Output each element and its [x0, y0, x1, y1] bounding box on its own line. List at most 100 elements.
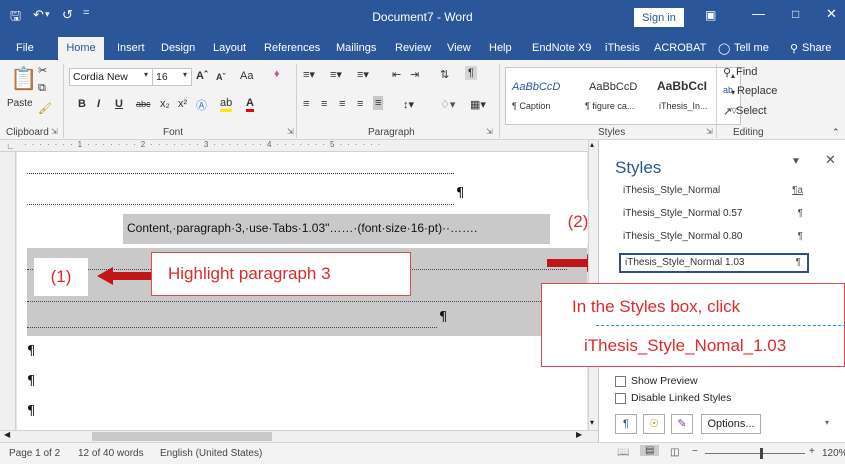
- cut-icon[interactable]: ✂: [38, 64, 47, 77]
- close-pane-icon[interactable]: ✕: [825, 152, 836, 168]
- tab-acrobat[interactable]: ACROBAT: [654, 42, 706, 54]
- document-page[interactable]: ¶ Content,·paragraph·3,·use·Tabs·1.03"………: [17, 152, 604, 430]
- style-item[interactable]: iThesis_Style_Normal 0.57 ¶: [619, 204, 809, 224]
- save-icon[interactable]: 🖫: [10, 7, 21, 29]
- gallery-style-preview[interactable]: AaBbCcD: [512, 81, 560, 93]
- change-case-button[interactable]: Aa: [240, 70, 253, 82]
- tab-endnote[interactable]: EndNote X9: [532, 42, 591, 54]
- zoom-slider[interactable]: [705, 453, 805, 454]
- style-inspector-icon[interactable]: ☉: [643, 414, 665, 434]
- read-mode-icon[interactable]: 📖: [617, 447, 629, 458]
- replace-button[interactable]: Replace: [737, 85, 777, 97]
- increase-indent-icon[interactable]: ⇥: [410, 68, 419, 81]
- show-marks-icon[interactable]: ¶: [465, 66, 477, 80]
- style-item[interactable]: iThesis_Style_Normal ¶a: [619, 181, 809, 201]
- print-layout-icon[interactable]: ▤: [640, 445, 660, 456]
- align-center-icon[interactable]: ≡: [321, 98, 327, 110]
- underline-icon[interactable]: U: [115, 98, 123, 110]
- tab-layout[interactable]: Layout: [213, 42, 246, 54]
- shading-icon[interactable]: ♢▾: [440, 98, 455, 111]
- multilevel-list-icon[interactable]: ≡▾: [357, 68, 369, 81]
- font-launcher-icon[interactable]: ⇲: [287, 127, 294, 136]
- find-button[interactable]: Find: [736, 66, 757, 78]
- gallery-style-name[interactable]: ¶ figure ca...: [585, 101, 634, 111]
- word-count[interactable]: 12 of 40 words: [78, 448, 144, 459]
- tab-references[interactable]: References: [264, 42, 320, 54]
- italic-icon[interactable]: I: [97, 98, 100, 110]
- tell-me-search[interactable]: Tell me: [734, 42, 769, 54]
- tab-help[interactable]: Help: [489, 42, 512, 54]
- find-icon[interactable]: ⚲: [723, 66, 731, 79]
- gallery-style-preview[interactable]: AaBbCcI: [657, 79, 707, 93]
- tab-review[interactable]: Review: [395, 42, 431, 54]
- redo-icon[interactable]: ↺: [62, 7, 73, 23]
- scroll-thumb[interactable]: [92, 432, 272, 441]
- maximize-icon[interactable]: □: [792, 7, 799, 21]
- tab-mailings[interactable]: Mailings: [336, 42, 376, 54]
- gallery-style-preview[interactable]: AaBbCcD: [589, 81, 637, 93]
- style-item[interactable]: iThesis_Style_Normal 0.80 ¶: [619, 227, 809, 247]
- show-preview-checkbox[interactable]: [615, 376, 626, 387]
- web-layout-icon[interactable]: ◫: [670, 447, 679, 458]
- styles-gallery[interactable]: AaBbCcD ¶ Caption AaBbCcD ¶ figure ca...…: [505, 67, 741, 125]
- share-button[interactable]: Share: [802, 42, 831, 54]
- font-color-icon[interactable]: A: [246, 97, 254, 112]
- lightbulb-icon[interactable]: ◯: [718, 42, 730, 55]
- strikethrough-icon[interactable]: abc: [136, 99, 151, 109]
- horizontal-scrollbar[interactable]: ◀ ▶: [0, 430, 598, 442]
- zoom-slider-thumb[interactable]: [760, 448, 763, 459]
- tab-file[interactable]: File: [16, 42, 34, 54]
- tab-view[interactable]: View: [447, 42, 471, 54]
- gallery-style-name[interactable]: ¶ Caption: [512, 101, 550, 111]
- manage-styles-icon[interactable]: ✎: [671, 414, 693, 434]
- undo-icon[interactable]: ↶: [33, 7, 44, 23]
- zoom-level[interactable]: 120%: [822, 448, 845, 459]
- language-status[interactable]: English (United States): [160, 448, 262, 459]
- tab-design[interactable]: Design: [161, 42, 195, 54]
- tab-ithesis[interactable]: iThesis: [605, 42, 640, 54]
- page-count[interactable]: Page 1 of 2: [9, 448, 60, 459]
- clipboard-launcher-icon[interactable]: ⇲: [51, 127, 58, 136]
- tab-home[interactable]: Home: [58, 37, 104, 60]
- shrink-font-icon[interactable]: Aˇ: [216, 72, 226, 82]
- chevron-down-icon[interactable]: ▾: [144, 70, 148, 79]
- sort-icon[interactable]: ⇅: [440, 68, 449, 81]
- share-icon[interactable]: ⚲: [790, 42, 798, 55]
- grow-font-icon[interactable]: Aˆ: [196, 70, 208, 82]
- pane-options-icon[interactable]: ▼: [791, 156, 801, 167]
- chevron-down-icon[interactable]: ▾: [183, 70, 187, 79]
- undo-dropdown-icon[interactable]: ▾: [45, 9, 50, 20]
- tab-insert[interactable]: Insert: [117, 42, 145, 54]
- gallery-up-icon[interactable]: ▴: [731, 71, 735, 80]
- paragraph-launcher-icon[interactable]: ⇲: [486, 127, 493, 136]
- minimize-icon[interactable]: —: [752, 6, 765, 21]
- highlight-color-icon[interactable]: ab: [220, 97, 233, 112]
- new-style-icon[interactable]: ¶: [615, 414, 637, 434]
- justify-icon[interactable]: ≡: [357, 98, 363, 110]
- ribbon-display-icon[interactable]: ▣: [705, 8, 716, 22]
- list-scroll-down-icon[interactable]: ▾: [825, 418, 829, 427]
- text-effects-icon[interactable]: Ⓐ: [196, 97, 207, 113]
- close-icon[interactable]: ✕: [826, 6, 837, 22]
- select-button[interactable]: Select: [736, 105, 767, 117]
- format-painter-icon[interactable]: 🖌: [38, 102, 52, 115]
- options-button[interactable]: Options...: [701, 414, 761, 434]
- copy-icon[interactable]: ⧉: [38, 82, 46, 95]
- horizontal-ruler[interactable]: ∟ ·······1·······2·······3·······4······…: [0, 140, 598, 152]
- style-item-selected[interactable]: iThesis_Style_Normal 1.03 ¶: [619, 253, 809, 273]
- zoom-out-icon[interactable]: −: [692, 446, 698, 457]
- gallery-style-name[interactable]: iThesis_In...: [659, 101, 708, 111]
- scroll-down-icon[interactable]: ▾: [590, 418, 594, 427]
- highlighted-content-line[interactable]: Content,·paragraph·3,·use·Tabs·1.03"……·(…: [123, 214, 550, 244]
- line-spacing-icon[interactable]: ↕▾: [403, 98, 414, 111]
- subscript-icon[interactable]: x₂: [160, 98, 170, 110]
- distributed-icon[interactable]: ≡: [373, 96, 384, 110]
- sign-in-button[interactable]: Sign in: [634, 8, 684, 27]
- scroll-up-icon[interactable]: ▴: [590, 140, 594, 149]
- zoom-in-icon[interactable]: +: [809, 446, 815, 457]
- customize-qat-icon[interactable]: =: [83, 7, 89, 19]
- bullets-icon[interactable]: ≡▾: [303, 68, 315, 81]
- numbering-icon[interactable]: ≡▾: [330, 68, 342, 81]
- clear-formatting-icon[interactable]: ♦: [274, 68, 280, 80]
- align-right-icon[interactable]: ≡: [339, 98, 345, 110]
